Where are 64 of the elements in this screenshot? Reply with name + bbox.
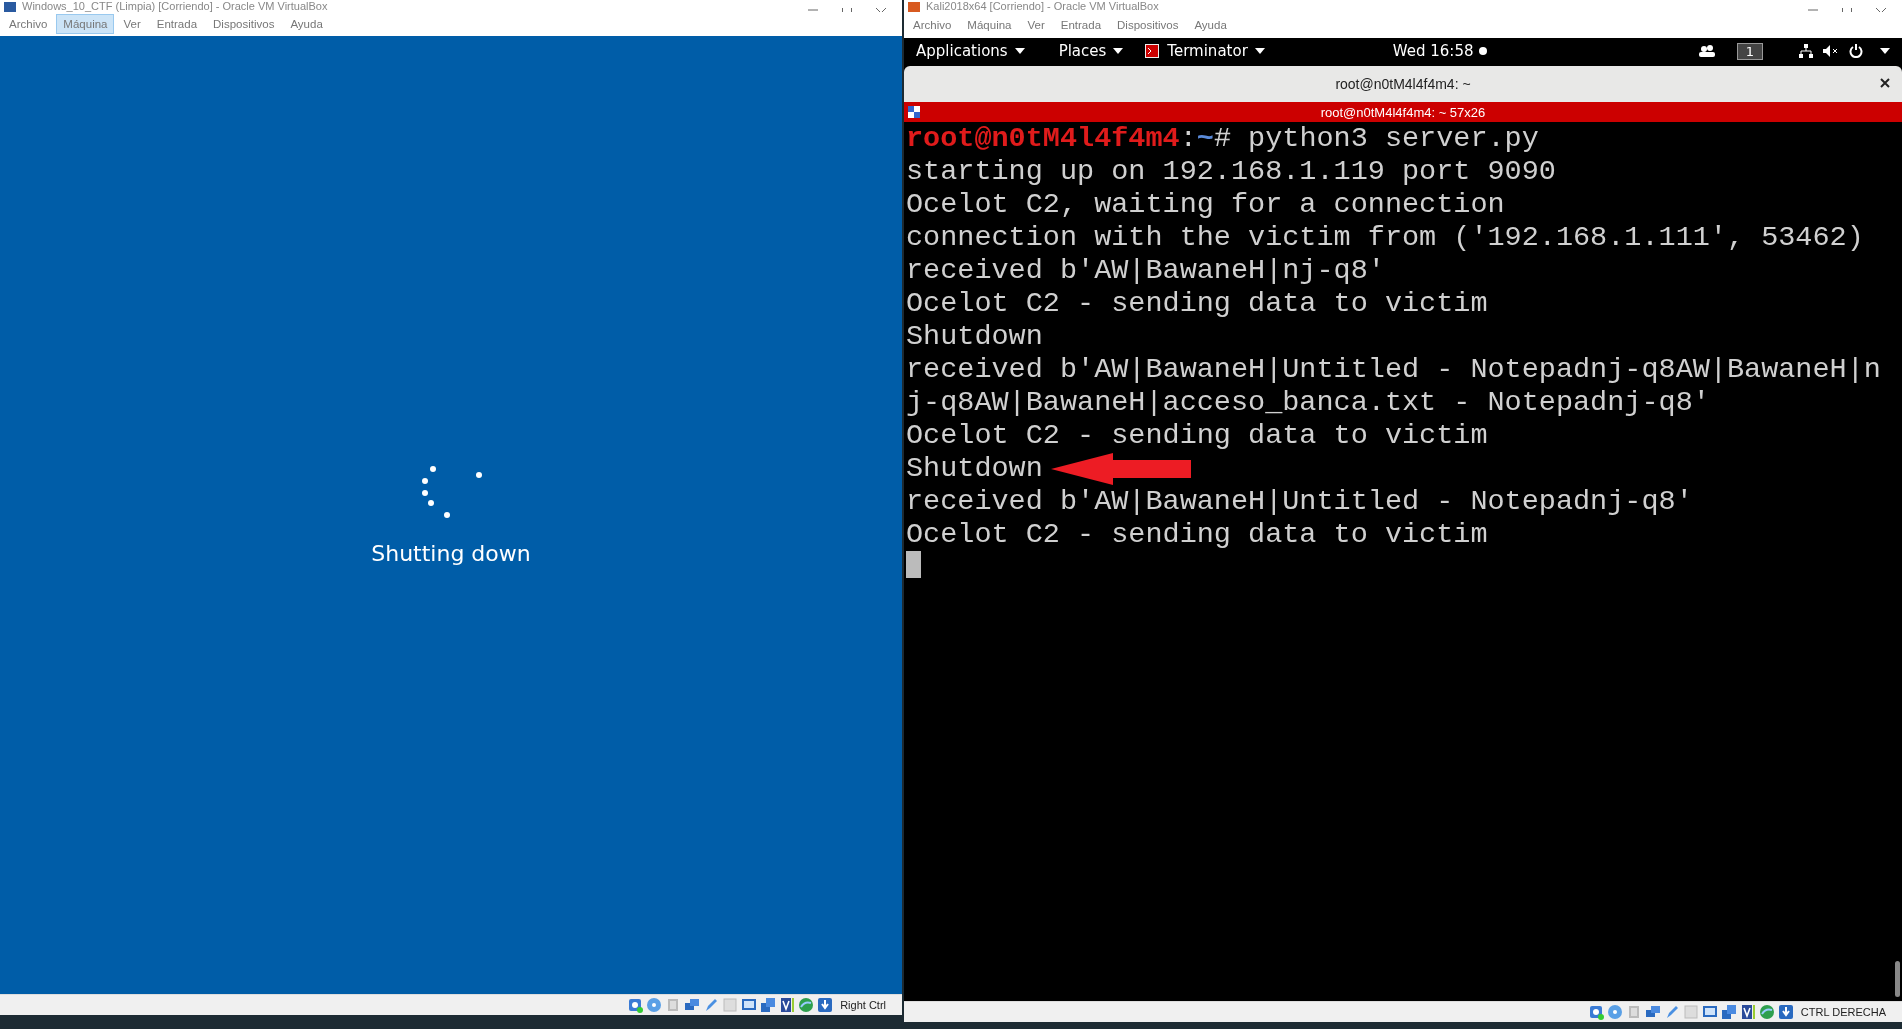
menu-item[interactable]: Ver bbox=[1020, 15, 1052, 35]
terminal-line: j-q8AW|BawaneH|acceso_banca.txt - Notepadnj-q8' bbox=[906, 386, 1710, 419]
menu-item[interactable]: Ayuda bbox=[283, 14, 330, 34]
menu-item[interactable]: Ver bbox=[116, 14, 148, 34]
caret-icon bbox=[1880, 48, 1890, 54]
menu-item[interactable]: Archivo bbox=[2, 14, 55, 34]
volume-icon[interactable] bbox=[1823, 44, 1839, 58]
download-icon[interactable] bbox=[1777, 1004, 1794, 1020]
grid-icon[interactable] bbox=[908, 106, 920, 118]
monitors-icon[interactable] bbox=[684, 997, 701, 1013]
app-icon bbox=[4, 2, 16, 12]
terminal-line: Shutdown bbox=[906, 452, 1043, 485]
app-menu[interactable]: Terminator bbox=[1145, 42, 1265, 60]
spinner-icon bbox=[419, 464, 483, 519]
dot-icon bbox=[1478, 47, 1487, 55]
workspace-indicator[interactable]: 1 bbox=[1736, 42, 1763, 60]
window-title: Windows_10_CTF (Limpia) [Corriendo] - Oracle VM VirtualBox bbox=[22, 0, 328, 12]
network-icon[interactable] bbox=[1799, 44, 1813, 58]
menu-item[interactable]: Ayuda bbox=[1187, 15, 1234, 35]
menu-item[interactable]: Máquina bbox=[56, 14, 115, 34]
pen-icon[interactable] bbox=[703, 997, 720, 1013]
window-title: Kali2018x64 [Corriendo] - Oracle VM VirtualBox bbox=[926, 0, 1159, 12]
caret-icon bbox=[1014, 48, 1025, 54]
windows-icon[interactable] bbox=[760, 997, 777, 1013]
applications-menu[interactable]: Applications bbox=[916, 42, 1025, 60]
menu-item[interactable]: Archivo bbox=[906, 15, 959, 35]
caret-icon bbox=[1113, 48, 1124, 54]
menu-item[interactable]: Dispositivos bbox=[206, 14, 282, 34]
menu-item[interactable]: Entrada bbox=[1053, 15, 1109, 35]
terminal-line: received b'AW|BawaneH|Untitled - Notepadnj-q8' bbox=[906, 485, 1693, 518]
caret-icon bbox=[1254, 48, 1265, 54]
menu-item[interactable]: Dispositivos bbox=[1110, 15, 1186, 35]
host-key-label: CTRL DERECHA bbox=[1800, 1006, 1886, 1018]
terminal-line: Shutdown bbox=[906, 320, 1043, 353]
terminal-line: Ocelot C2 - sending data to victim bbox=[906, 419, 1488, 452]
clock[interactable]: Wed 16:58 bbox=[1392, 42, 1474, 60]
v-icon[interactable] bbox=[779, 997, 796, 1013]
terminal-line: Ocelot C2 - sending data to victim bbox=[906, 287, 1488, 320]
terminal-icon bbox=[1145, 44, 1160, 58]
download-icon[interactable] bbox=[817, 997, 834, 1013]
host-key-label: Right Ctrl bbox=[840, 999, 886, 1011]
terminal-window-title: root@n0tM4l4f4m4: ~ bbox=[1335, 76, 1471, 92]
power-icon[interactable] bbox=[1849, 44, 1863, 58]
screen-icon[interactable] bbox=[1701, 1004, 1718, 1020]
places-menu[interactable]: Places bbox=[1058, 42, 1124, 60]
terminal-line: received b'AW|BawaneH|nj-q8' bbox=[906, 254, 1385, 287]
windows-icon[interactable] bbox=[1720, 1004, 1737, 1020]
terminal-line: received b'AW|BawaneH|Untitled - Notepadnj-q8AW|BawaneH|n bbox=[906, 353, 1881, 386]
screen-icon[interactable] bbox=[741, 997, 758, 1013]
prompt-line: root@n0tM4l4f4m4:~# python3 server.py bbox=[906, 122, 1539, 155]
status-text: Shutting down bbox=[371, 540, 531, 566]
menu-item[interactable]: Entrada bbox=[149, 14, 205, 34]
terminal-line: Ocelot C2, waiting for a connection bbox=[906, 188, 1505, 221]
terminal-line: Ocelot C2 - sending data to victim bbox=[906, 518, 1488, 551]
monitors-icon[interactable] bbox=[1644, 1004, 1661, 1020]
disc-icon[interactable] bbox=[646, 997, 663, 1013]
terminal-tab-title[interactable]: root@n0tM4l4f4m4: ~ 57x26 bbox=[1320, 104, 1486, 120]
terminal-line: starting up on 192.168.1.119 port 9090 bbox=[906, 155, 1556, 188]
menu-item[interactable]: Máquina bbox=[960, 15, 1019, 35]
disc-icon[interactable] bbox=[1606, 1004, 1623, 1020]
app-icon bbox=[908, 2, 920, 12]
people-icon[interactable] bbox=[1698, 45, 1715, 57]
v-icon[interactable] bbox=[1739, 1004, 1756, 1020]
terminal-line: connection with the victim from ('192.168.1.111', 53462) bbox=[906, 221, 1864, 254]
